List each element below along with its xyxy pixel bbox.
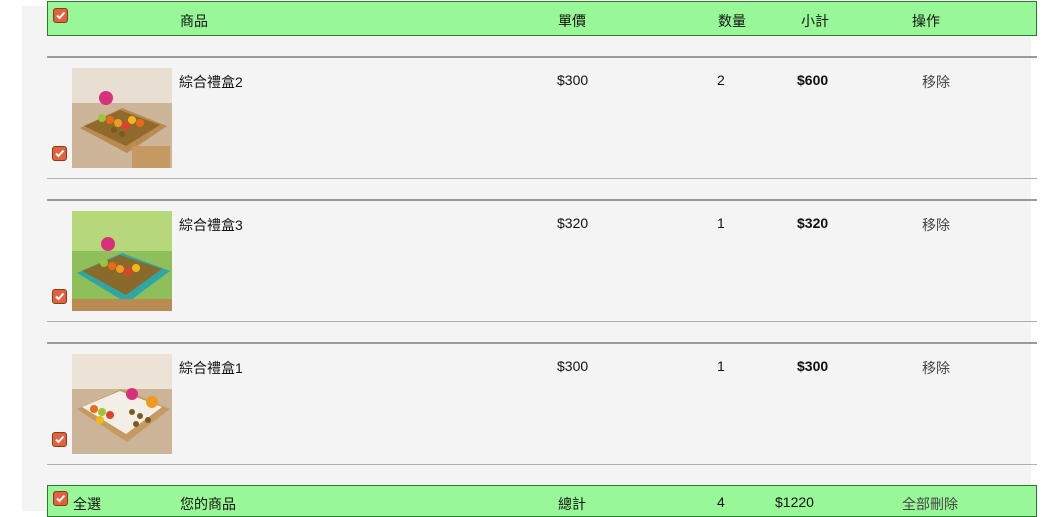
subtotal: $320 [797, 215, 829, 231]
select-all-checkbox-top[interactable] [53, 8, 68, 23]
remove-button[interactable]: 移除 [922, 358, 950, 378]
row-divider [47, 178, 1037, 179]
product-name[interactable]: 綜合禮盒2 [179, 72, 243, 92]
product-name[interactable]: 綜合禮盒3 [179, 215, 243, 235]
check-icon [55, 292, 65, 301]
check-icon [56, 11, 66, 20]
quantity[interactable]: 2 [717, 72, 725, 88]
header-product: 商品 [180, 13, 208, 29]
total-label: 總計 [558, 496, 586, 512]
subtotal: $600 [797, 72, 829, 88]
check-icon [55, 149, 65, 158]
row-divider [47, 342, 1037, 344]
your-items-label: 您的商品 [180, 496, 236, 512]
row-divider [47, 199, 1037, 201]
unit-price: $300 [557, 358, 589, 374]
check-icon [56, 494, 66, 503]
total-quantity: 4 [717, 494, 725, 510]
quantity[interactable]: 1 [717, 358, 725, 374]
item-checkbox[interactable] [52, 289, 67, 304]
cart-panel [22, 6, 1031, 511]
row-divider [47, 56, 1037, 58]
unit-price: $320 [557, 215, 589, 231]
product-image[interactable] [72, 68, 172, 168]
header-unit-price: 單價 [558, 13, 586, 29]
remove-button[interactable]: 移除 [922, 215, 950, 235]
header-subtotal: 小計 [801, 13, 829, 29]
item-checkbox[interactable] [52, 432, 67, 447]
item-checkbox[interactable] [52, 146, 67, 161]
product-name[interactable]: 綜合禮盒1 [179, 358, 243, 378]
row-divider [47, 321, 1037, 322]
product-image[interactable] [72, 354, 172, 454]
remove-button[interactable]: 移除 [922, 72, 950, 92]
header-action: 操作 [912, 13, 940, 29]
unit-price: $300 [557, 72, 589, 88]
header-quantity: 数量 [718, 13, 746, 29]
cart-footer-bar: 全選 您的商品 總計 4 $1220 全部刪除 [47, 485, 1037, 517]
quantity[interactable]: 1 [717, 215, 725, 231]
total-amount: $1220 [775, 494, 814, 510]
row-divider [47, 464, 1037, 465]
product-image[interactable] [72, 211, 172, 311]
select-all-label[interactable]: 全選 [73, 494, 101, 514]
subtotal: $300 [797, 358, 829, 374]
cart-header-bar: 商品 單價 数量 小計 操作 [47, 1, 1037, 36]
delete-all-button[interactable]: 全部刪除 [902, 494, 958, 514]
check-icon [55, 435, 65, 444]
select-all-checkbox-bottom[interactable] [53, 491, 68, 506]
